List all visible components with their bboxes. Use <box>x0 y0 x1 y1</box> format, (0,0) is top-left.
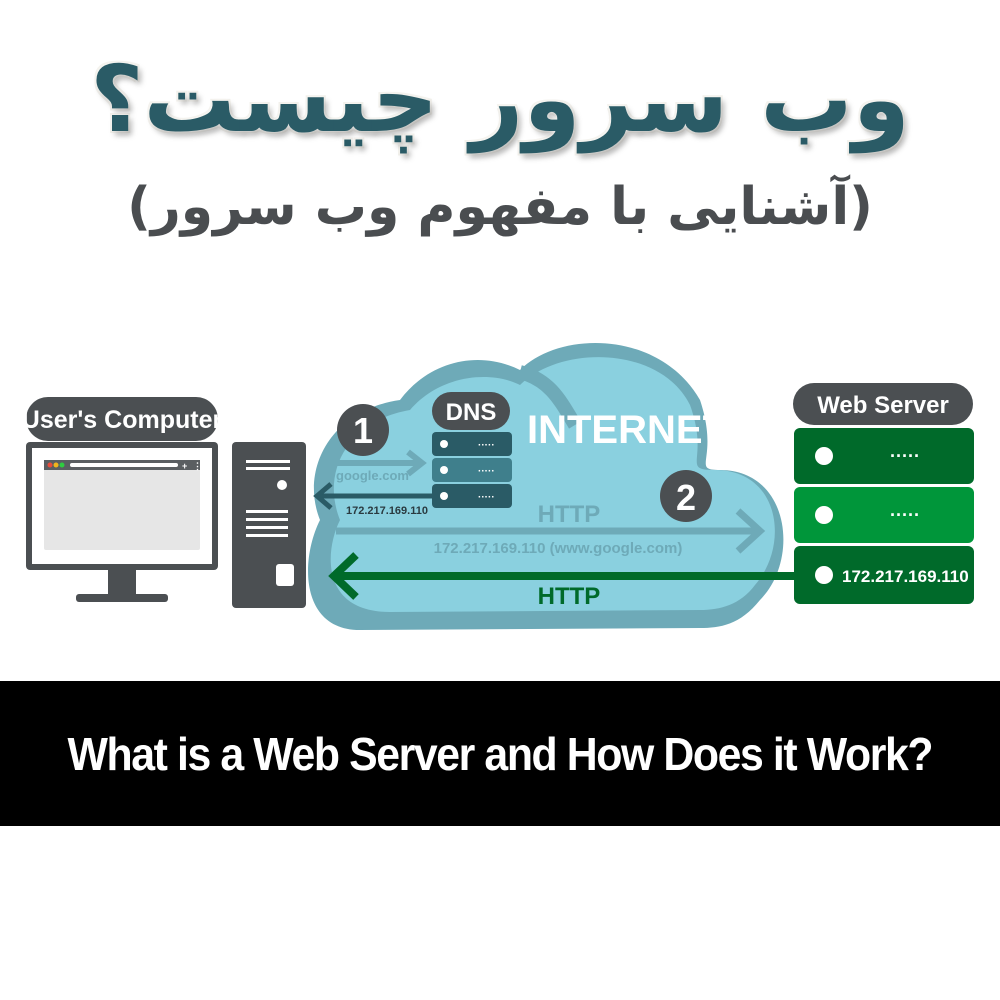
browser-new-tab-icon: + <box>182 461 187 471</box>
http-request-label: HTTP <box>538 501 601 528</box>
tower-vent <box>246 510 288 513</box>
browser-address-bar <box>70 463 178 467</box>
dns-led <box>440 492 448 500</box>
http-response-label: HTTP <box>538 583 601 610</box>
tower-vent <box>246 518 288 521</box>
tower-vent <box>246 460 290 463</box>
http-request-text: 172.217.169.110 (www.google.com) <box>434 540 683 557</box>
english-title-banner: What is a Web Server and How Does it Wor… <box>0 681 1000 826</box>
dns-label: DNS <box>446 399 497 426</box>
persian-subtitle: (آشنایی با مفهوم وب سرور) <box>127 177 873 237</box>
dns-vent-dots: ····· <box>478 492 495 503</box>
web-server-diagram: User's Computer + ⋮ 1 google.com DNS ···… <box>22 342 974 630</box>
tower-vent <box>246 534 288 537</box>
web-server-vent-dots: ····· <box>890 505 920 525</box>
web-server-label: Web Server <box>817 392 949 419</box>
monitor-neck <box>108 570 136 596</box>
tower-power-button <box>277 480 287 490</box>
step-2-number: 2 <box>676 477 696 518</box>
browser-close-dot <box>47 462 53 468</box>
web-server-ip: 172.217.169.110 <box>842 567 969 586</box>
dns-request-text: google.com <box>336 468 409 483</box>
pc-tower <box>232 442 306 608</box>
dns-vent-dots: ····· <box>478 466 495 477</box>
browser-menu-icon: ⋮ <box>193 461 202 471</box>
internet-label: INTERNET <box>527 408 727 452</box>
step-1-number: 1 <box>353 410 373 451</box>
tower-vent <box>246 526 288 529</box>
persian-title: وب سرور چیست؟ <box>90 46 910 153</box>
dns-vent-dots: ····· <box>478 440 495 451</box>
browser-minimize-dot <box>53 462 59 468</box>
browser-window <box>44 460 200 550</box>
web-server-vent-dots: ····· <box>890 446 920 466</box>
english-title: What is a Web Server and How Does it Wor… <box>67 727 934 780</box>
web-server-led <box>815 447 833 465</box>
tower-drive <box>276 564 294 586</box>
web-server-led <box>815 506 833 524</box>
dns-led <box>440 440 448 448</box>
tower-vent <box>246 467 290 470</box>
web-server-led <box>815 566 833 584</box>
users-computer: User's Computer + ⋮ <box>22 397 306 608</box>
users-computer-label: User's Computer <box>22 406 223 434</box>
monitor-base <box>76 594 168 602</box>
dns-response-text: 172.217.169.110 <box>346 505 428 517</box>
web-server: Web Server ····· ····· 172.217.169.110 <box>793 383 974 604</box>
browser-maximize-dot <box>59 462 65 468</box>
dns-led <box>440 466 448 474</box>
